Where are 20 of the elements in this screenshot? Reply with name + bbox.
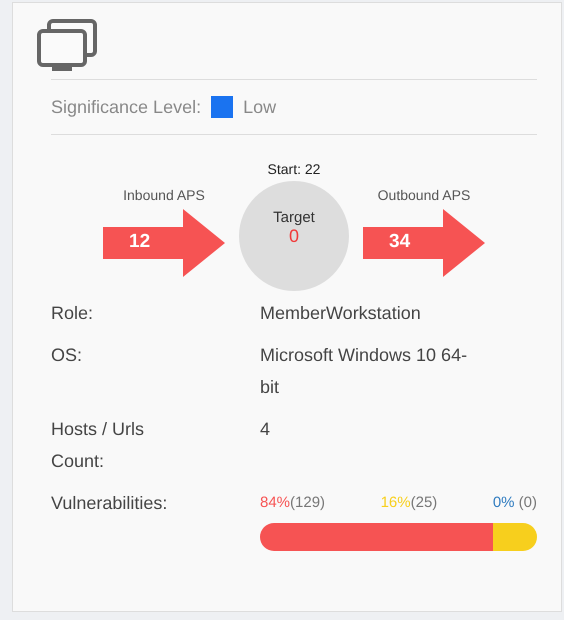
inbound-count: 12	[129, 231, 150, 253]
detail-value: Microsoft Windows 10 64-bit	[260, 344, 468, 399]
detail-label: OS:	[51, 344, 84, 367]
outbound-label: Outbound APS	[378, 187, 470, 203]
detail-label: Hosts / Urls Count:	[51, 418, 146, 473]
inbound-label: Inbound APS	[123, 187, 205, 203]
outbound-count: 34	[389, 231, 410, 253]
vulnerability-stat: 84%(129)	[260, 493, 326, 513]
start-count: Start: 22	[268, 161, 320, 177]
detail-label: Role:	[51, 302, 94, 325]
vulnerability-stat: 16%(25)	[380, 493, 438, 513]
target-count: 0	[288, 226, 299, 247]
vulnerability-stat: 0% (0)	[492, 493, 537, 513]
detail-value: MemberWorkstation	[260, 302, 422, 325]
vulnerabilities-label: Vulnerabilities:	[51, 492, 168, 515]
monitors-icon	[37, 19, 97, 71]
detail-value: 4	[260, 418, 272, 441]
target-label: Target	[273, 209, 315, 226]
significance-value: Low	[243, 96, 276, 118]
significance-label: Significance Level:	[51, 96, 202, 118]
